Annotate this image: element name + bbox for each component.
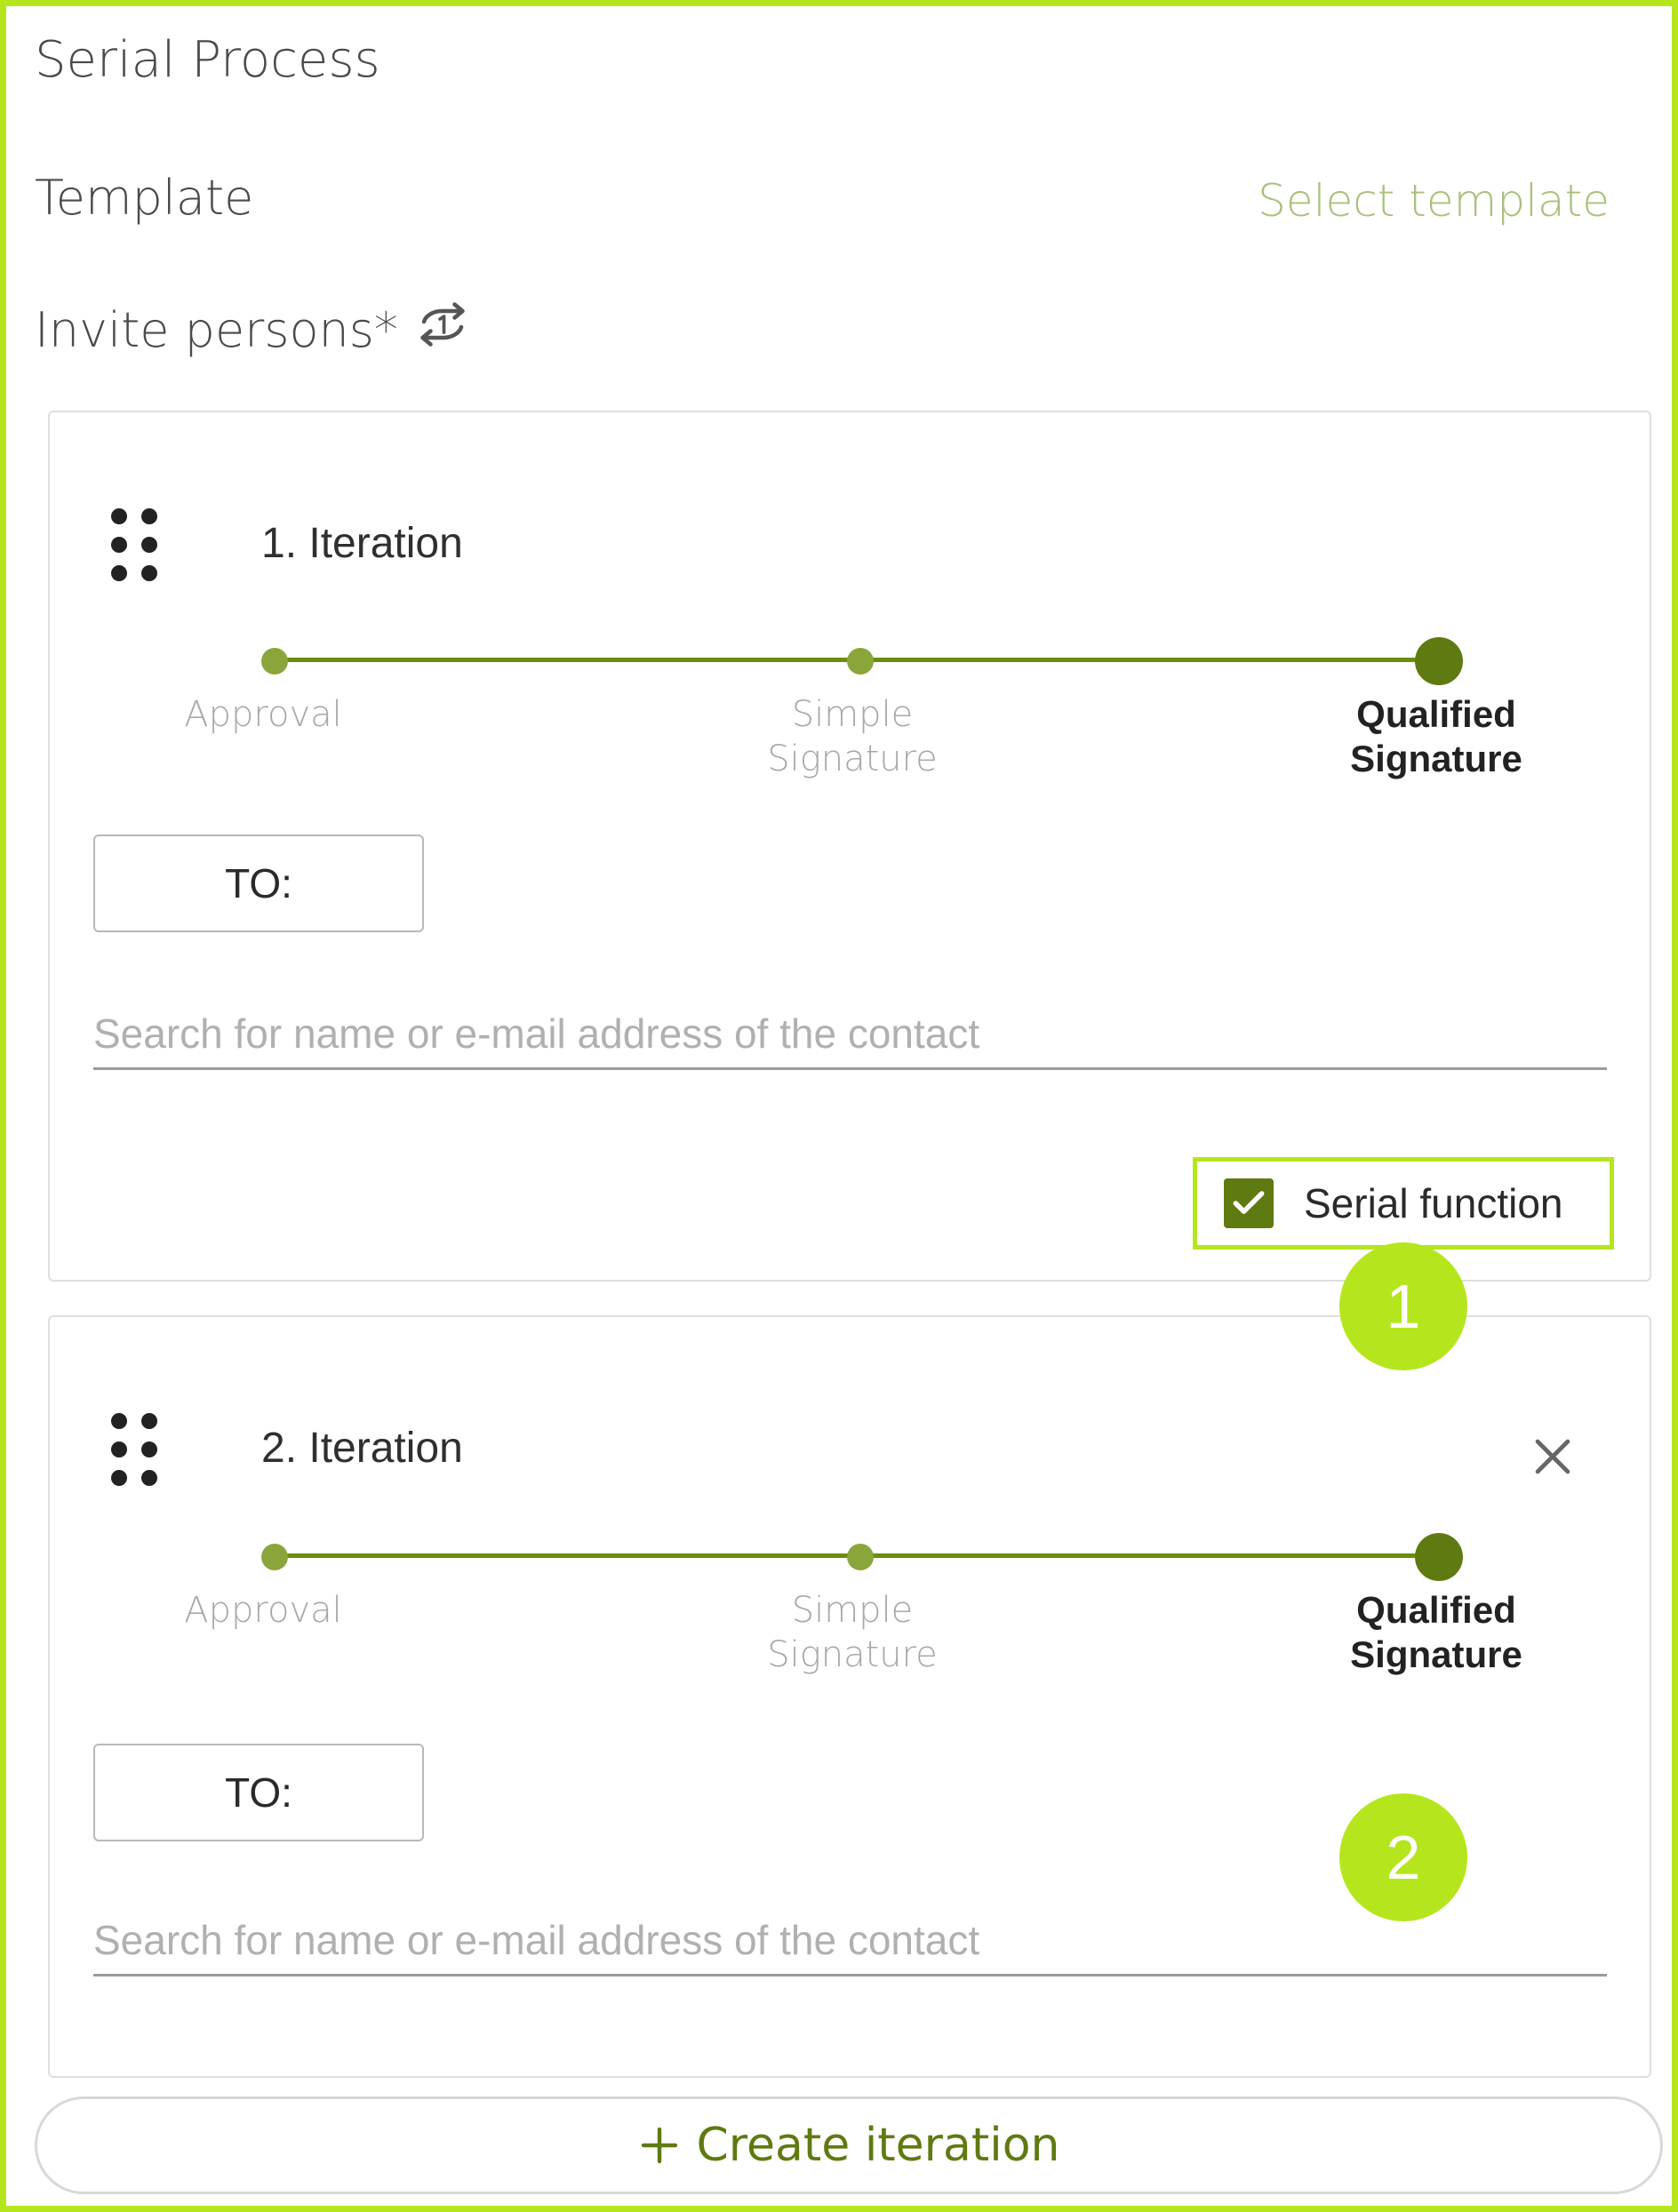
step-dot-qualified-signature[interactable] [1415,1533,1463,1581]
step-label-qualified-signature: Qualified Signature [1350,693,1522,779]
to-button[interactable]: TO: [93,834,424,932]
create-iteration-label: Create iteration [696,2119,1060,2172]
iteration-title: 1. Iteration [261,520,463,567]
page-title: Serial Process [35,31,380,89]
invite-persons-label: Invite persons* [35,302,398,358]
callout-badge-1: 1 [1339,1242,1467,1370]
iteration-card-1: 1. Iteration Approval Simple Signature Q… [48,411,1651,1282]
signature-level-stepper: Approval Simple Signature Qualified Sign… [50,637,1650,790]
close-icon[interactable] [1527,1431,1578,1482]
template-label: Template [35,170,254,226]
iteration-card-2: 2. Iteration Approval Simple Signature Q… [48,1315,1651,2078]
step-dot-approval[interactable] [261,648,288,675]
serial-function-checkbox[interactable]: Serial function [1193,1157,1614,1250]
step-dot-simple-signature[interactable] [847,648,874,675]
select-template-link[interactable]: Select template [1258,175,1610,227]
create-iteration-button[interactable]: Create iteration [35,2096,1663,2194]
plus-icon [641,2127,677,2164]
signature-level-stepper: Approval Simple Signature Qualified Sign… [50,1533,1650,1686]
serial-function-label: Serial function [1304,1180,1563,1226]
checkbox-checked-icon[interactable] [1224,1178,1274,1228]
callout-badge-2: 2 [1339,1793,1467,1921]
step-dot-simple-signature[interactable] [847,1544,874,1570]
iteration-title: 2. Iteration [261,1425,463,1472]
step-dot-approval[interactable] [261,1544,288,1570]
step-dot-qualified-signature[interactable] [1415,637,1463,685]
step-label-approval: Approval [184,694,342,735]
step-label-simple-signature: Simple Signature [767,1590,938,1675]
invite-persons-row: Invite persons* [35,292,475,368]
step-label-simple-signature: Simple Signature [767,694,938,779]
step-label-qualified-signature: Qualified Signature [1350,1589,1522,1675]
step-label-approval: Approval [184,1590,342,1631]
serial-process-panel: Serial Process Template Select template … [0,0,1678,2212]
repeat-icon[interactable] [411,292,475,368]
contact-search-input[interactable] [93,999,1607,1070]
drag-handle-icon[interactable] [108,506,162,586]
drag-handle-icon[interactable] [108,1410,162,1490]
to-button[interactable]: TO: [93,1744,424,1841]
